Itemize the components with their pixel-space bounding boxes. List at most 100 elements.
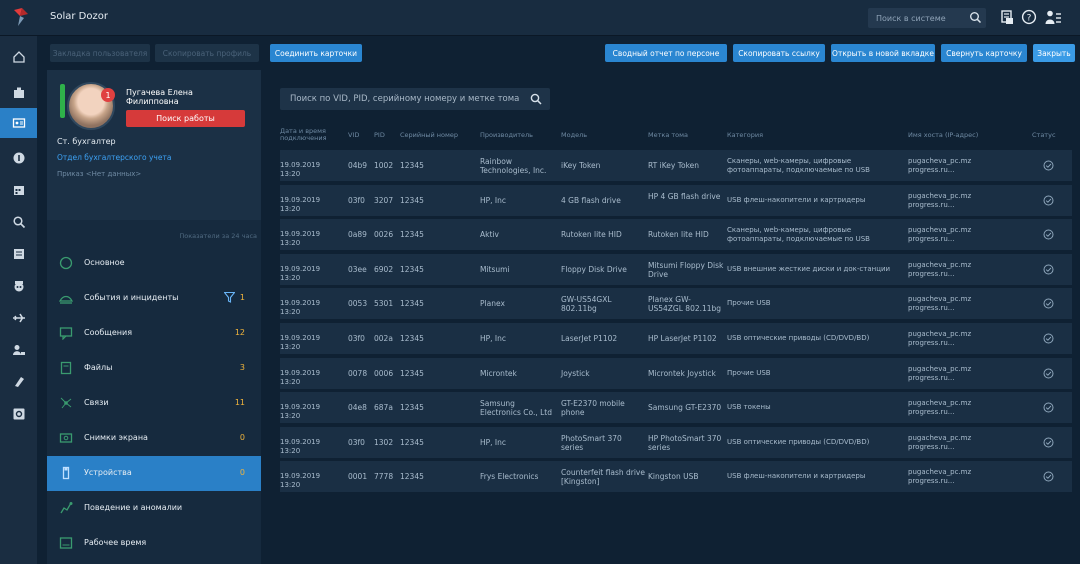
cell-pid: 1002 — [374, 161, 394, 170]
table-row[interactable]: 19.09.2019 13:20 03f0 1302 12345 HP, Inc Phot… — [280, 426, 1072, 459]
rail-settings[interactable] — [0, 399, 37, 429]
status-ok-icon — [1043, 333, 1054, 344]
summary-report-button[interactable]: Сводный отчет по персоне — [605, 44, 727, 62]
table-row[interactable]: 19.09.2019 13:20 0a89 0026 12345 Aktiv Rutoke… — [280, 219, 1072, 252]
cell-model: Counterfeit flash drive [Kingston] — [561, 468, 645, 487]
table-row[interactable]: 19.09.2019 13:20 03f0 002a 12345 HP, Inc Lase… — [280, 323, 1072, 355]
system-search-input[interactable] — [868, 8, 968, 28]
cell-host: pugacheva_pc.mz progress.ru... — [908, 468, 972, 486]
column-header-status[interactable]: Статус — [1032, 132, 1056, 139]
rail-reports[interactable] — [0, 239, 37, 269]
building-icon — [13, 87, 24, 98]
device-search-input[interactable] — [280, 88, 526, 110]
cell-volume-label: HP 4 GB flash drive — [648, 191, 721, 201]
job-search-flag-button[interactable]: Поиск работы — [126, 110, 245, 127]
cell-serial: 12345 — [400, 472, 424, 482]
cell-vendor: HP, Inc — [480, 334, 507, 343]
category-behavior[interactable]: Поведение и аномалии — [47, 491, 261, 526]
status-ok-icon — [1043, 368, 1054, 379]
open-new-tab-button[interactable]: Открыть в новой вкладке — [831, 44, 935, 62]
profile-card: 1 Пугачева Елена Филипповна Поиск работы… — [47, 70, 261, 220]
person-sidebar: 1 Пугачева Елена Филипповна Поиск работы… — [47, 70, 261, 564]
solar-dozor-logo[interactable] — [8, 6, 34, 30]
rail-eraser[interactable] — [0, 367, 37, 397]
column-header-pid[interactable]: PID — [374, 132, 385, 139]
usb-device-icon — [62, 466, 70, 480]
rail-calendar[interactable] — [0, 175, 37, 205]
rail-persons[interactable] — [0, 108, 37, 138]
category-devices[interactable]: Устройства 0 — [47, 456, 261, 491]
category-main[interactable]: Основное — [47, 246, 261, 281]
column-header-vendor[interactable]: Производитель — [480, 132, 533, 139]
cell-category: USB внешние жесткие диски и док-станции — [727, 264, 891, 273]
copy-profile-button[interactable]: Скопировать профиль — [155, 44, 259, 62]
rail-home[interactable] — [0, 42, 37, 72]
status-ok-icon — [1043, 160, 1054, 171]
rail-monitoring[interactable] — [0, 271, 37, 301]
cell-date: 19.09.2019 13:20 — [280, 299, 321, 317]
notification-badge[interactable]: 1 — [101, 88, 115, 102]
category-files[interactable]: Файлы 3 — [47, 351, 261, 386]
rail-travel[interactable] — [0, 303, 37, 333]
calendar-icon — [13, 186, 24, 195]
cell-vid: 03f0 — [348, 437, 365, 447]
category-label: Снимки экрана — [84, 433, 148, 442]
category-label: Связи — [84, 398, 109, 407]
category-screenshots[interactable]: Снимки экрана 0 — [47, 421, 261, 456]
column-header-model[interactable]: Модель — [561, 132, 587, 139]
table-row[interactable]: 19.09.2019 13:20 0001 7778 12345 Frys Electr… — [280, 461, 1072, 494]
rail-search[interactable] — [0, 207, 37, 237]
column-header-host[interactable]: Имя хоста (IP-адрес) — [908, 132, 978, 139]
shield-icon — [13, 152, 24, 164]
connections-icon — [60, 397, 72, 409]
status-ok-icon — [1043, 402, 1054, 413]
cell-host: pugacheva_pc.mz progress.ru... — [908, 157, 972, 174]
merge-cards-button[interactable]: Соединить карточки — [270, 44, 362, 62]
collapse-card-button[interactable]: Свернуть карточку — [941, 44, 1027, 62]
filter-icon[interactable] — [224, 292, 235, 303]
category-connections[interactable]: Связи 11 — [47, 386, 261, 421]
home-icon — [12, 51, 25, 63]
table-row[interactable]: 19.09.2019 13:20 03f0 3207 12345 HP, Inc 4 GB… — [280, 184, 1072, 217]
close-button[interactable]: Закрыть — [1033, 44, 1075, 62]
category-events[interactable]: События и инциденты 1 — [47, 281, 261, 316]
column-header-serial[interactable]: Серийный номер — [400, 132, 458, 139]
cell-vid: 03ee — [348, 264, 367, 274]
cell-serial: 12345 — [400, 161, 424, 170]
search-icon[interactable] — [969, 11, 982, 24]
table-row[interactable]: 19.09.2019 13:20 04e8 687a 12345 Samsung Ele… — [280, 392, 1072, 425]
category-messages[interactable]: Сообщения 12 — [47, 316, 261, 351]
user-menu-icon[interactable] — [1045, 9, 1061, 25]
cell-serial: 12345 — [400, 264, 424, 274]
cell-vendor: Aktiv — [480, 230, 499, 240]
table-row[interactable]: 19.09.2019 13:20 03ee 6902 12345 Mitsumi Flop… — [280, 253, 1072, 286]
category-worktime[interactable]: Рабочее время — [47, 526, 261, 561]
table-row[interactable]: 19.09.2019 13:20 0053 5301 12345 Planex GW-US… — [280, 288, 1072, 321]
cell-category: Прочие USB — [727, 299, 771, 308]
cell-model: Rutoken lite HID — [561, 230, 622, 240]
search-icon[interactable] — [530, 93, 542, 105]
rail-users[interactable] — [0, 335, 37, 365]
category-label: Файлы — [84, 363, 113, 372]
table-row[interactable]: 19.09.2019 13:20 0078 0006 12345 Microntek Jo… — [280, 357, 1072, 390]
app-title: Solar Dozor — [50, 11, 108, 22]
column-header-volume-label[interactable]: Метка тома — [648, 132, 688, 139]
column-header-vid[interactable]: VID — [348, 132, 359, 139]
documents-icon[interactable] — [1000, 9, 1016, 25]
bookmark-user-button[interactable]: Закладка пользователя — [50, 44, 150, 62]
department-link[interactable]: Отдел бухгалтерского учета — [57, 153, 171, 162]
cell-vid: 0053 — [348, 299, 368, 309]
cell-pid: 6902 — [374, 264, 394, 274]
column-header-date[interactable]: Дата и время подключения — [280, 128, 336, 142]
rail-organization[interactable] — [0, 78, 37, 108]
rail-security[interactable] — [0, 143, 37, 173]
table-row[interactable]: 19.09.2019 13:20 04b9 1002 12345 Rainbow Tec… — [280, 150, 1072, 182]
copy-link-button[interactable]: Скопировать ссылку — [733, 44, 825, 62]
column-header-category[interactable]: Категория — [727, 132, 763, 139]
cell-vid: 0a89 — [348, 230, 367, 240]
table-header: Дата и время подключения VID PID Серийны… — [280, 126, 1072, 150]
cell-volume-label: HP PhotoSmart 370 series — [648, 433, 722, 452]
cell-volume-label: HP LaserJet P1102 — [648, 334, 717, 343]
person-position: Ст. бухгалтер — [57, 137, 116, 146]
help-icon[interactable]: ? — [1021, 9, 1037, 25]
